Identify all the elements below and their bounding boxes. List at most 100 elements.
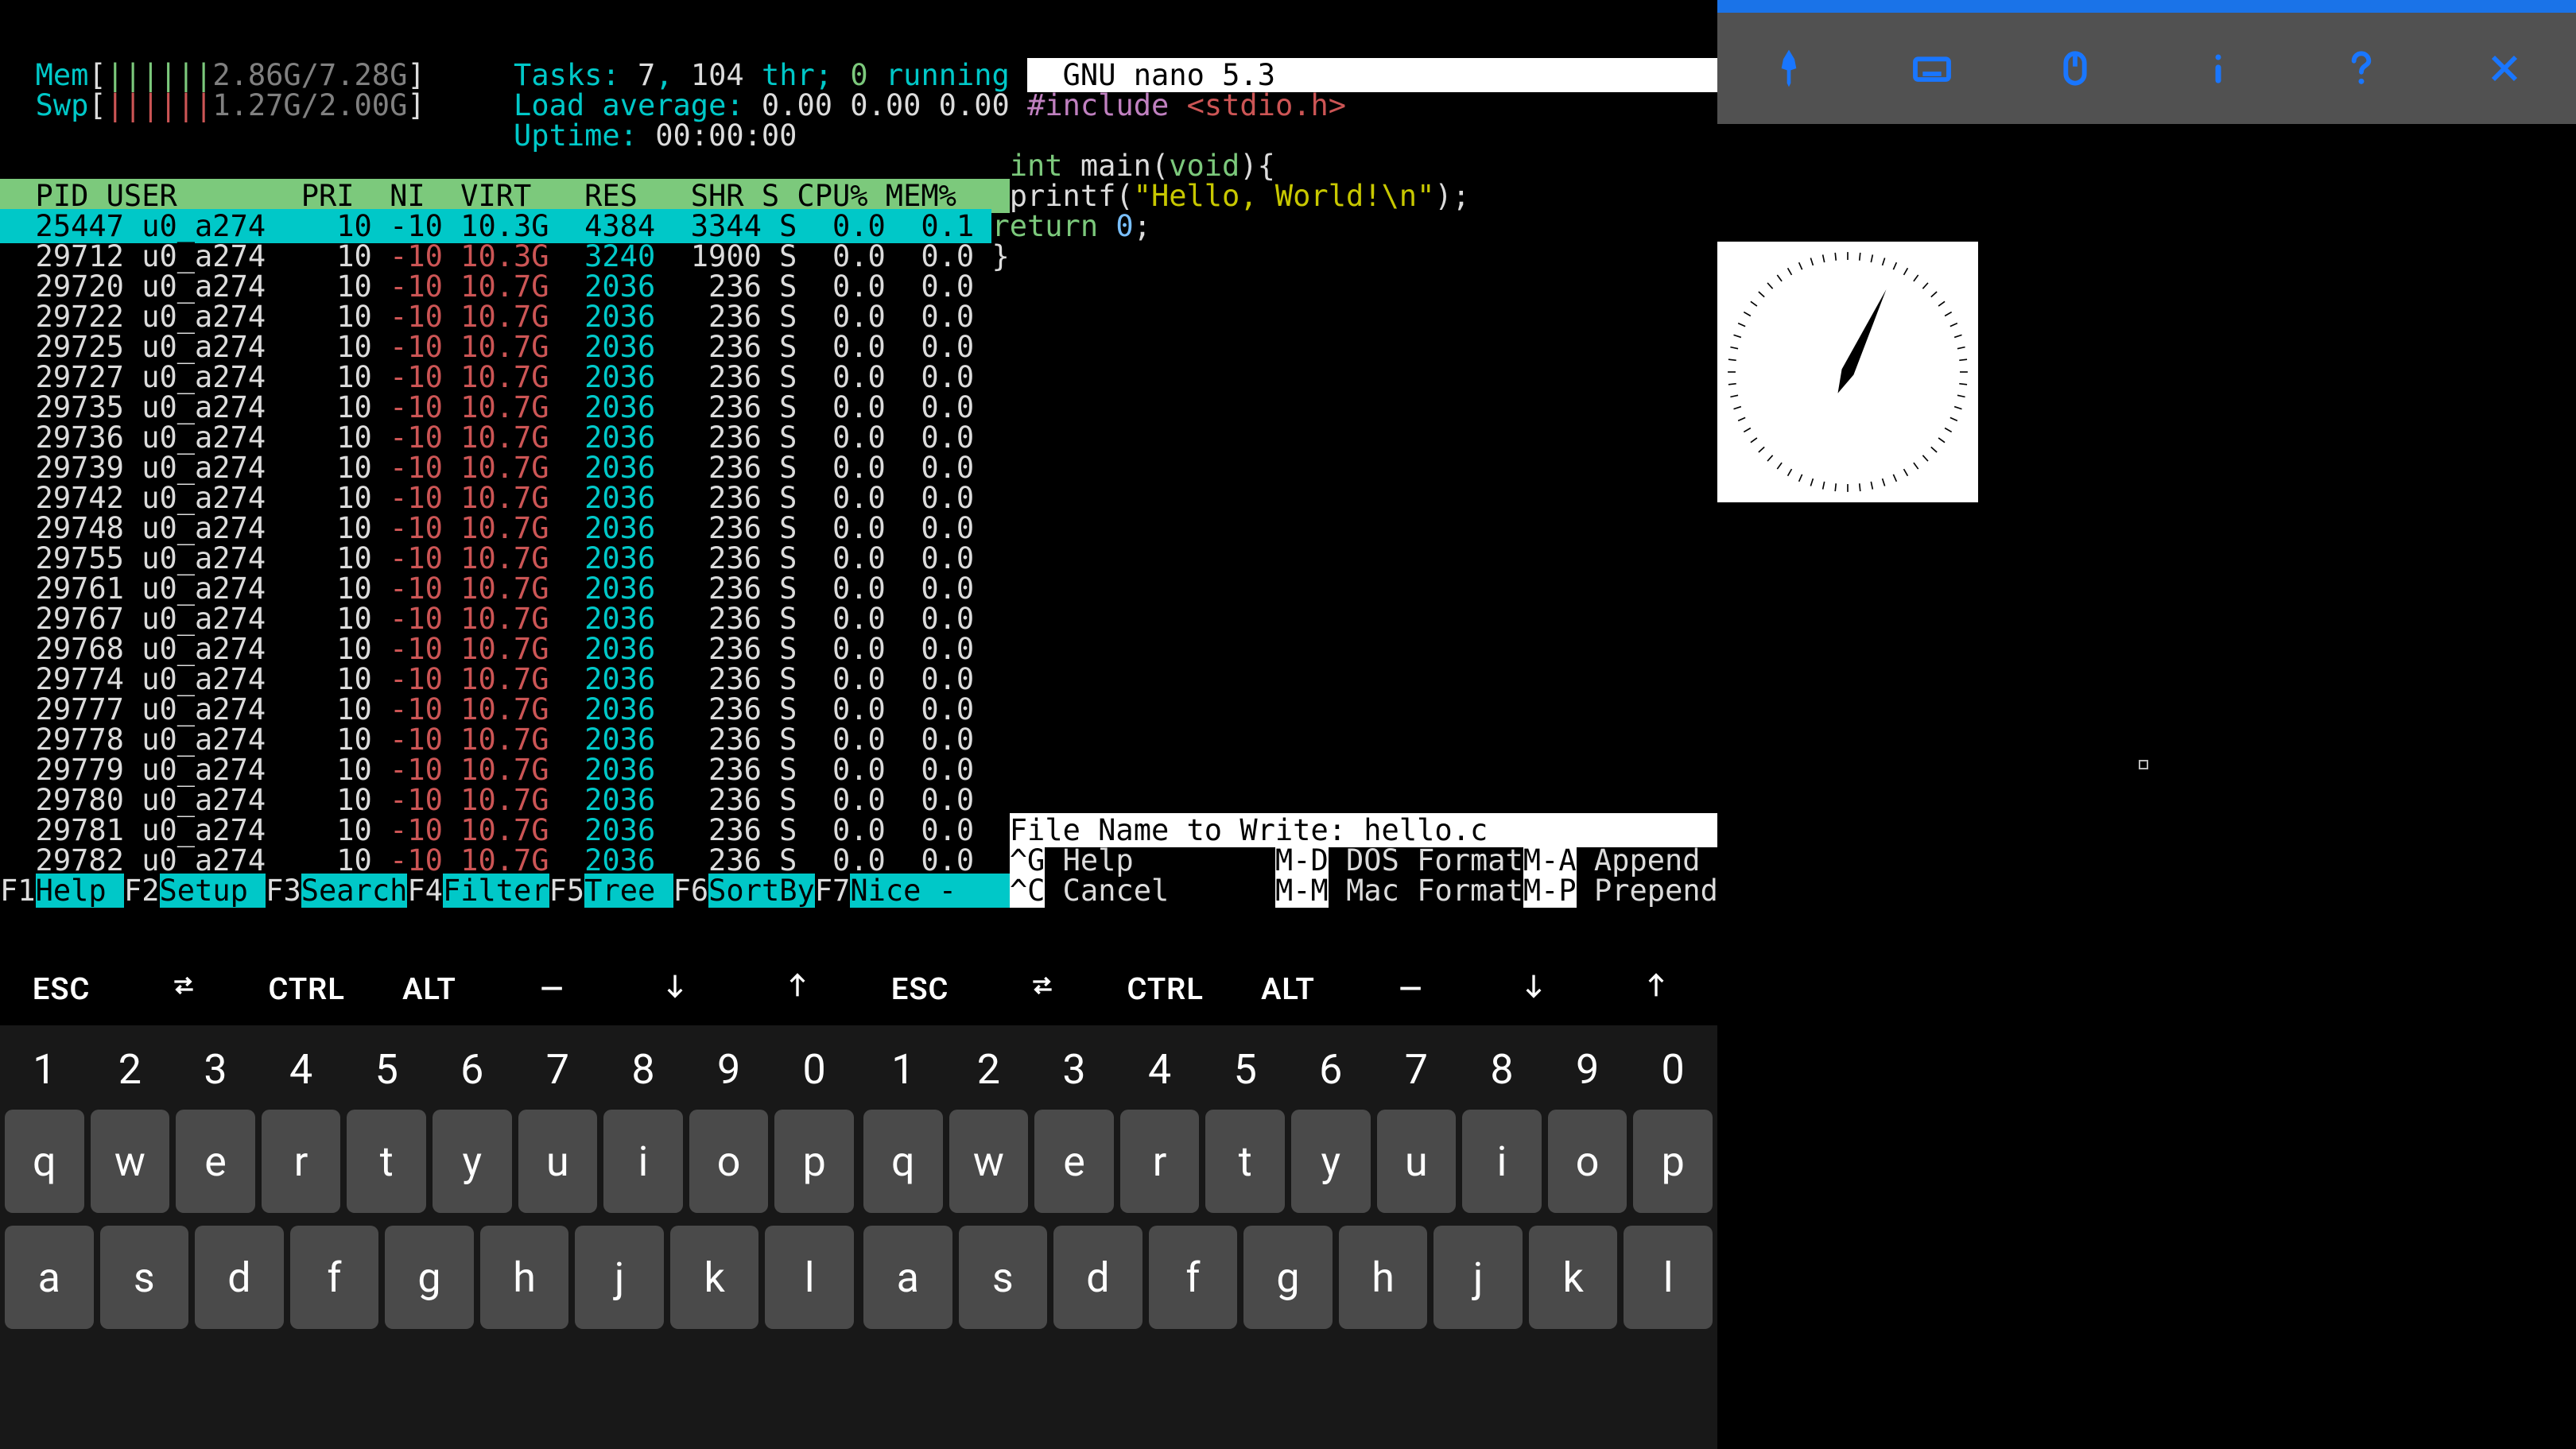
key-a[interactable]: a xyxy=(5,1226,94,1329)
key-o[interactable]: o xyxy=(1548,1110,1627,1213)
htop-process-row[interactable]: 29768 u0_a274 10 -10 10.7G 2036 236 S 0.… xyxy=(0,634,1717,664)
extra-key-—[interactable]: — xyxy=(496,972,607,1007)
key-i[interactable]: i xyxy=(603,1110,683,1213)
key-0[interactable]: 0 xyxy=(1633,1041,1713,1097)
key-d[interactable]: d xyxy=(195,1226,284,1329)
key-r[interactable]: r xyxy=(1120,1110,1200,1213)
htop-process-row[interactable]: 29735 u0_a274 10 -10 10.7G 2036 236 S 0.… xyxy=(0,393,1717,423)
extra-key-alt[interactable]: ALT xyxy=(1232,972,1344,1007)
key-e[interactable]: e xyxy=(1034,1110,1114,1213)
key-h[interactable]: h xyxy=(1339,1226,1428,1329)
nano-shortcut-key[interactable]: M-P xyxy=(1523,874,1577,908)
key-p[interactable]: p xyxy=(774,1110,854,1213)
htop-fn-key[interactable]: F3 xyxy=(266,874,301,908)
mouse-icon[interactable] xyxy=(2039,33,2111,104)
key-6[interactable]: 6 xyxy=(1291,1041,1371,1097)
key-7[interactable]: 7 xyxy=(1377,1041,1457,1097)
extra-key-ctrl[interactable]: CTRL xyxy=(251,972,363,1007)
htop-process-row[interactable]: 29739 u0_a274 10 -10 10.7G 2036 236 S 0.… xyxy=(0,453,1717,483)
key-p[interactable]: p xyxy=(1633,1110,1713,1213)
nano-shortcut-key[interactable]: M-M xyxy=(1275,874,1329,908)
key-j[interactable]: j xyxy=(1433,1226,1523,1329)
key-g[interactable]: g xyxy=(385,1226,474,1329)
key-1[interactable]: 1 xyxy=(863,1041,943,1097)
key-q[interactable]: q xyxy=(863,1110,943,1213)
htop-process-row[interactable]: 29755 u0_a274 10 -10 10.7G 2036 236 S 0.… xyxy=(0,544,1717,574)
extra-key-↑[interactable] xyxy=(742,970,853,1009)
htop-process-row[interactable]: 29782 u0_a274 10 -10 10.7G 2036 236 S 0.… xyxy=(0,846,1717,876)
key-f[interactable]: f xyxy=(1149,1226,1238,1329)
htop-process-row[interactable]: 29712 u0_a274 10 -10 10.3G 3240 1900 S 0… xyxy=(0,242,1717,272)
pin-icon[interactable] xyxy=(1753,33,1825,104)
key-7[interactable]: 7 xyxy=(518,1041,598,1097)
key-e[interactable]: e xyxy=(176,1110,255,1213)
htop-fn-key[interactable]: F1 xyxy=(0,874,36,908)
key-r[interactable]: r xyxy=(262,1110,341,1213)
help-icon[interactable] xyxy=(2326,33,2397,104)
extra-key-ctrl[interactable]: CTRL xyxy=(1110,972,1221,1007)
htop-process-row[interactable]: 29779 u0_a274 10 -10 10.7G 2036 236 S 0.… xyxy=(0,755,1717,785)
key-f[interactable]: f xyxy=(290,1226,379,1329)
key-h[interactable]: h xyxy=(480,1226,569,1329)
htop-fn-key[interactable]: F6 xyxy=(673,874,709,908)
key-o[interactable]: o xyxy=(689,1110,769,1213)
key-d[interactable]: d xyxy=(1053,1226,1143,1329)
key-u[interactable]: u xyxy=(1377,1110,1457,1213)
key-g[interactable]: g xyxy=(1243,1226,1333,1329)
extra-key-↓[interactable] xyxy=(1478,970,1589,1009)
key-w[interactable]: w xyxy=(91,1110,170,1213)
nano-filename-prompt[interactable]: File Name to Write: hello.c xyxy=(1010,813,1488,847)
htop-process-row[interactable]: 29722 u0_a274 10 -10 10.7G 2036 236 S 0.… xyxy=(0,302,1717,332)
key-s[interactable]: s xyxy=(100,1226,189,1329)
key-4[interactable]: 4 xyxy=(262,1041,341,1097)
htop-fn-key[interactable]: F5 xyxy=(549,874,585,908)
key-3[interactable]: 3 xyxy=(1034,1041,1114,1097)
extra-key-esc[interactable]: ESC xyxy=(6,972,117,1007)
nano-shortcut-key[interactable]: M-A xyxy=(1523,843,1577,878)
key-y[interactable]: y xyxy=(1291,1110,1371,1213)
extra-key-swap[interactable] xyxy=(128,970,239,1009)
htop-process-row[interactable]: 29781 u0_a274 10 -10 10.7G 2036 236 S 0.… xyxy=(0,816,1717,846)
key-9[interactable]: 9 xyxy=(689,1041,769,1097)
extra-key-—[interactable]: — xyxy=(1355,972,1466,1007)
extra-key-esc[interactable]: ESC xyxy=(864,972,976,1007)
htop-process-row[interactable]: 29725 u0_a274 10 -10 10.7G 2036 236 S 0.… xyxy=(0,332,1717,362)
key-3[interactable]: 3 xyxy=(176,1041,255,1097)
key-k[interactable]: k xyxy=(1529,1226,1618,1329)
key-w[interactable]: w xyxy=(949,1110,1029,1213)
nano-shortcut-key[interactable]: ^G xyxy=(1010,843,1046,878)
terminal-area[interactable]: Mem[||||||2.86G/7.28G] Tasks: 7, 104 thr… xyxy=(0,0,1717,938)
htop-process-row[interactable]: 29742 u0_a274 10 -10 10.7G 2036 236 S 0.… xyxy=(0,483,1717,513)
key-a[interactable]: a xyxy=(863,1226,952,1329)
key-u[interactable]: u xyxy=(518,1110,598,1213)
key-1[interactable]: 1 xyxy=(5,1041,84,1097)
htop-process-row[interactable]: 29780 u0_a274 10 -10 10.7G 2036 236 S 0.… xyxy=(0,785,1717,816)
htop-process-row[interactable]: 25447 u0_a274 10 -10 10.3G 4384 3344 S 0… xyxy=(0,211,1717,242)
key-l[interactable]: l xyxy=(765,1226,854,1329)
key-6[interactable]: 6 xyxy=(433,1041,512,1097)
key-9[interactable]: 9 xyxy=(1548,1041,1627,1097)
nano-shortcut-key[interactable]: ^C xyxy=(1010,874,1046,908)
key-y[interactable]: y xyxy=(433,1110,512,1213)
nano-shortcut-key[interactable]: M-D xyxy=(1275,843,1329,878)
key-q[interactable]: q xyxy=(5,1110,84,1213)
htop-process-row[interactable]: 29774 u0_a274 10 -10 10.7G 2036 236 S 0.… xyxy=(0,664,1717,695)
key-2[interactable]: 2 xyxy=(91,1041,170,1097)
htop-fn-key[interactable]: F2 xyxy=(124,874,160,908)
htop-fn-key[interactable]: F7 xyxy=(815,874,851,908)
remote-desktop[interactable] xyxy=(1717,124,2576,1449)
htop-process-row[interactable]: F1Help F2Setup F3SearchF4FilterF5Tree F6… xyxy=(0,876,1717,906)
extra-key-alt[interactable]: ALT xyxy=(374,972,485,1007)
key-0[interactable]: 0 xyxy=(774,1041,854,1097)
extra-key-swap[interactable] xyxy=(987,970,1098,1009)
extra-key-↑[interactable] xyxy=(1600,970,1712,1009)
key-2[interactable]: 2 xyxy=(949,1041,1029,1097)
key-j[interactable]: j xyxy=(575,1226,664,1329)
key-5[interactable]: 5 xyxy=(1205,1041,1285,1097)
htop-process-row[interactable]: 29748 u0_a274 10 -10 10.7G 2036 236 S 0.… xyxy=(0,513,1717,544)
htop-fn-key[interactable]: F4 xyxy=(407,874,443,908)
htop-process-row[interactable]: 29720 u0_a274 10 -10 10.7G 2036 236 S 0.… xyxy=(0,272,1717,302)
key-8[interactable]: 8 xyxy=(603,1041,683,1097)
key-8[interactable]: 8 xyxy=(1462,1041,1542,1097)
key-i[interactable]: i xyxy=(1462,1110,1542,1213)
